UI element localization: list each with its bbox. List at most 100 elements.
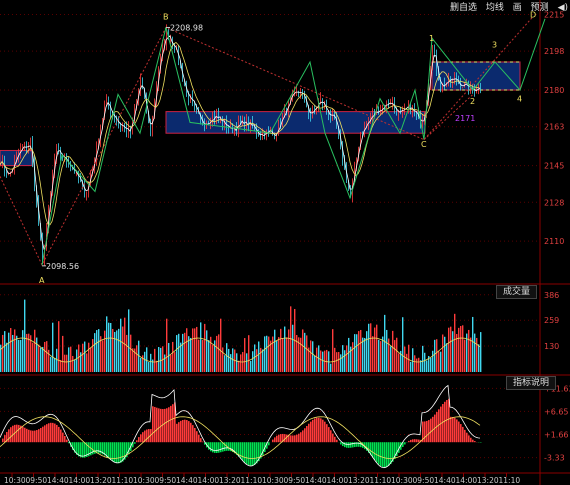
volume-bar [98,329,100,372]
indicator-bar [430,418,432,443]
indicator-bar [4,435,6,443]
indicator-bar [208,442,210,450]
indicator-bar [146,429,148,443]
indicator-bar [462,426,464,443]
volume-bar [432,350,434,372]
price-annotation: 2 [470,97,475,106]
volume-bar [92,339,94,372]
volume-bar [128,309,130,372]
price-tick-label: 2163 [544,123,564,132]
indicator-bar [2,438,4,443]
indicator-bar [92,442,94,455]
volume-bar [386,329,388,372]
indicator-bar [408,440,410,443]
volume-bar [172,341,174,372]
volume-bar [136,345,138,372]
volume-bar [20,339,22,372]
volume-bar [368,323,370,372]
volume-bar [460,325,462,372]
delete-watchlist-button[interactable]: 删自选 [450,3,477,13]
indicator-bar [64,436,66,443]
volume-bar [254,344,256,372]
volume-bar [452,331,454,372]
indicator-bar [220,442,222,453]
volume-bar [4,331,6,372]
indicator-bar [272,439,274,443]
volume-bar [178,333,180,372]
price-tick-label: 2198 [544,47,564,56]
volume-bar [108,322,110,372]
volume-bar [292,324,294,372]
indicator-bar [278,434,280,443]
volume-bar [458,327,460,372]
time-tick-label: 09:50 [26,476,48,485]
indicator-panel-label[interactable]: 指标说明 [506,376,557,390]
volume-bar [336,352,338,372]
volume-bar [426,360,428,372]
indicator-bar [136,440,138,443]
indicator-bar [106,442,108,457]
indicator-bar [346,442,348,448]
volume-bar [390,346,392,372]
volume-bar [474,333,476,372]
volume-bar [62,335,64,372]
price-annotation: 3 [492,41,497,50]
time-tick-label: 14:40 [176,476,198,485]
volume-bar [286,337,288,372]
indicator-bar [42,426,44,443]
volume-panel-label[interactable]: 成交量 [496,285,538,299]
indicator-bar [44,425,46,443]
price-tick-label: 2128 [544,198,564,207]
volume-bar [268,336,270,372]
indicator-bar [458,421,460,443]
volume-bar [478,344,480,372]
indicator-bar [330,430,332,443]
indicator-bar [62,432,64,443]
volume-bar [220,318,222,372]
indicator-bar [376,442,378,463]
volume-bar [70,346,72,372]
volume-bar [332,329,334,372]
volume-bar [168,342,170,372]
speaker-icon[interactable]: ◀) [558,3,568,13]
indicator-bar [448,398,450,443]
time-tick-label: 14:40 [434,476,456,485]
time-tick-label: 14:40 [47,476,69,485]
volume-bar [380,341,382,372]
price-annotation: 2208.98 [170,23,203,32]
indicator-bar [310,421,312,443]
indicator-bar [18,424,20,443]
indicator-bar [280,434,282,443]
volume-bar [362,337,364,372]
forecast-button[interactable]: 预测 [531,3,549,13]
price-annotation: 2098.56 [46,262,79,271]
volume-bar [190,337,192,372]
indicator-bar [196,431,198,443]
indicator-bar [460,424,462,443]
draw-button[interactable]: 画 [513,3,522,13]
indicator-bar [134,442,136,444]
indicator-bar [428,420,430,443]
indicator-bar [306,426,308,443]
volume-bar [430,357,432,372]
volume-bar [164,354,166,372]
volume-bar [68,347,70,372]
indicator-bar [336,439,338,443]
volume-bar [444,336,446,372]
time-tick-label: 11:10 [241,476,263,485]
volume-bar [476,337,478,372]
volume-bar [310,340,312,372]
volume-bar [96,330,98,372]
moving-average-button[interactable]: 均线 [486,3,504,13]
volume-bar [376,324,378,372]
volume-bar [166,318,168,372]
volume-bar [456,333,458,372]
volume-bar [182,333,184,372]
indicator-bar [188,421,190,443]
volume-bar [192,328,194,372]
volume-bar [454,313,456,372]
price-annotation: B [163,13,169,22]
volume-bar [22,330,24,372]
volume-bar [120,318,122,372]
indicator-bar [28,429,30,443]
